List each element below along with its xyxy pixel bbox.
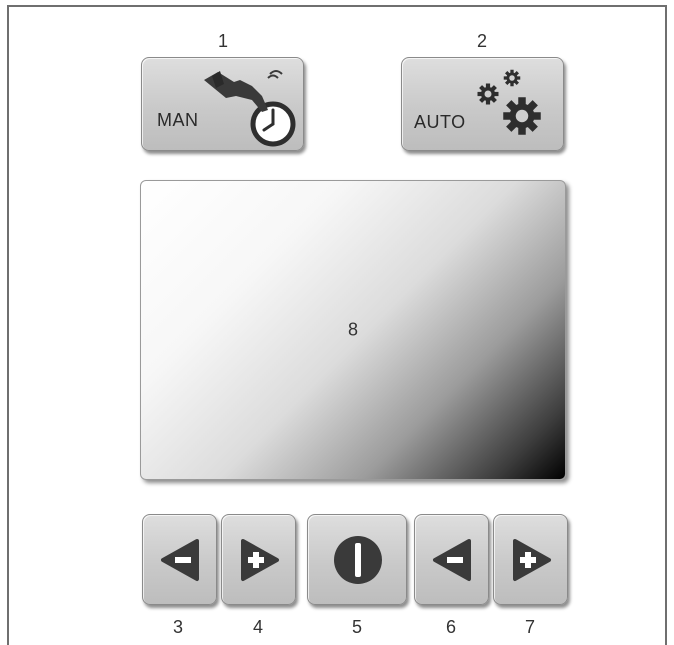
callout-6: 6 — [445, 617, 456, 637]
auto-button-label: AUTO — [414, 112, 466, 132]
arrow-right-plus-icon — [237, 537, 283, 583]
manual-button-label: MAN — [157, 110, 199, 130]
gears-icon — [474, 64, 560, 148]
right-decrease-button[interactable] — [414, 514, 489, 605]
power-icon — [332, 534, 384, 586]
left-decrease-button[interactable] — [142, 514, 217, 605]
callout-1: 1 — [217, 31, 228, 51]
left-increase-button[interactable] — [221, 514, 296, 605]
callout-5: 5 — [351, 617, 362, 637]
callout-2: 2 — [476, 31, 487, 51]
arrow-right-plus-icon — [509, 537, 555, 583]
arrow-left-minus-icon — [157, 537, 203, 583]
callout-4: 4 — [252, 617, 263, 637]
hand-clock-icon — [200, 66, 300, 148]
display-screen: 8 — [140, 180, 566, 480]
arrow-left-minus-icon — [429, 537, 475, 583]
auto-mode-button[interactable]: AUTO — [401, 57, 564, 151]
manual-mode-button[interactable]: MAN — [141, 57, 304, 151]
right-increase-button[interactable] — [493, 514, 568, 605]
callout-3: 3 — [172, 617, 183, 637]
callout-8: 8 — [347, 319, 359, 340]
callout-7: 7 — [524, 617, 535, 637]
power-button[interactable] — [307, 514, 407, 605]
